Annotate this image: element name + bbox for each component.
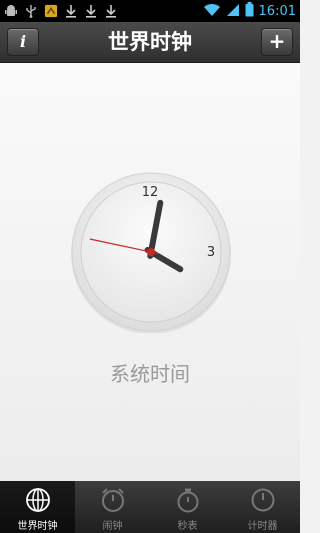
usb-icon [24, 3, 38, 19]
android-debug-icon [4, 3, 18, 19]
battery-icon [245, 2, 254, 21]
globe-icon [25, 487, 51, 517]
clock-caption: 系统时间 [110, 362, 190, 386]
nav-item-stopwatch[interactable]: 秒表 [150, 481, 225, 533]
sim-toolkit-icon [44, 3, 58, 19]
signal-icon [226, 2, 240, 21]
nav-label: 世界时钟 [17, 521, 58, 532]
alarm-clock-icon [100, 487, 126, 517]
download-icon [84, 3, 98, 19]
add-city-button[interactable]: + [261, 28, 293, 56]
download-icon [64, 3, 78, 19]
nav-label: 计时器 [247, 521, 278, 532]
download-icon [104, 3, 118, 19]
nav-item-timer[interactable]: 计时器 [225, 481, 300, 533]
info-button[interactable]: i [7, 28, 39, 56]
analog-clock[interactable]: 12 3 [70, 171, 232, 334]
timer-icon [250, 487, 276, 517]
nav-item-world-clock[interactable]: 世界时钟 [0, 481, 75, 533]
nav-label: 闹钟 [102, 521, 123, 532]
title-bar: 世界时钟 i + [0, 22, 300, 63]
status-time: 16:01 [258, 4, 296, 19]
numeral-3: 3 [207, 245, 215, 260]
numeral-12: 12 [142, 185, 159, 200]
clock-face: 12 3 [71, 172, 231, 334]
wifi-icon [203, 2, 221, 21]
bottom-nav: 世界时钟 闹钟 秒表 计时器 [0, 481, 300, 533]
page-title: 世界时钟 [108, 30, 192, 54]
stopwatch-icon [175, 487, 201, 517]
nav-item-alarm[interactable]: 闹钟 [75, 481, 150, 533]
status-bar: 16:01 [0, 0, 300, 22]
clock-center-pin [147, 248, 155, 256]
nav-label: 秒表 [177, 521, 198, 532]
main-content: 12 3 系统时间 [0, 63, 300, 481]
